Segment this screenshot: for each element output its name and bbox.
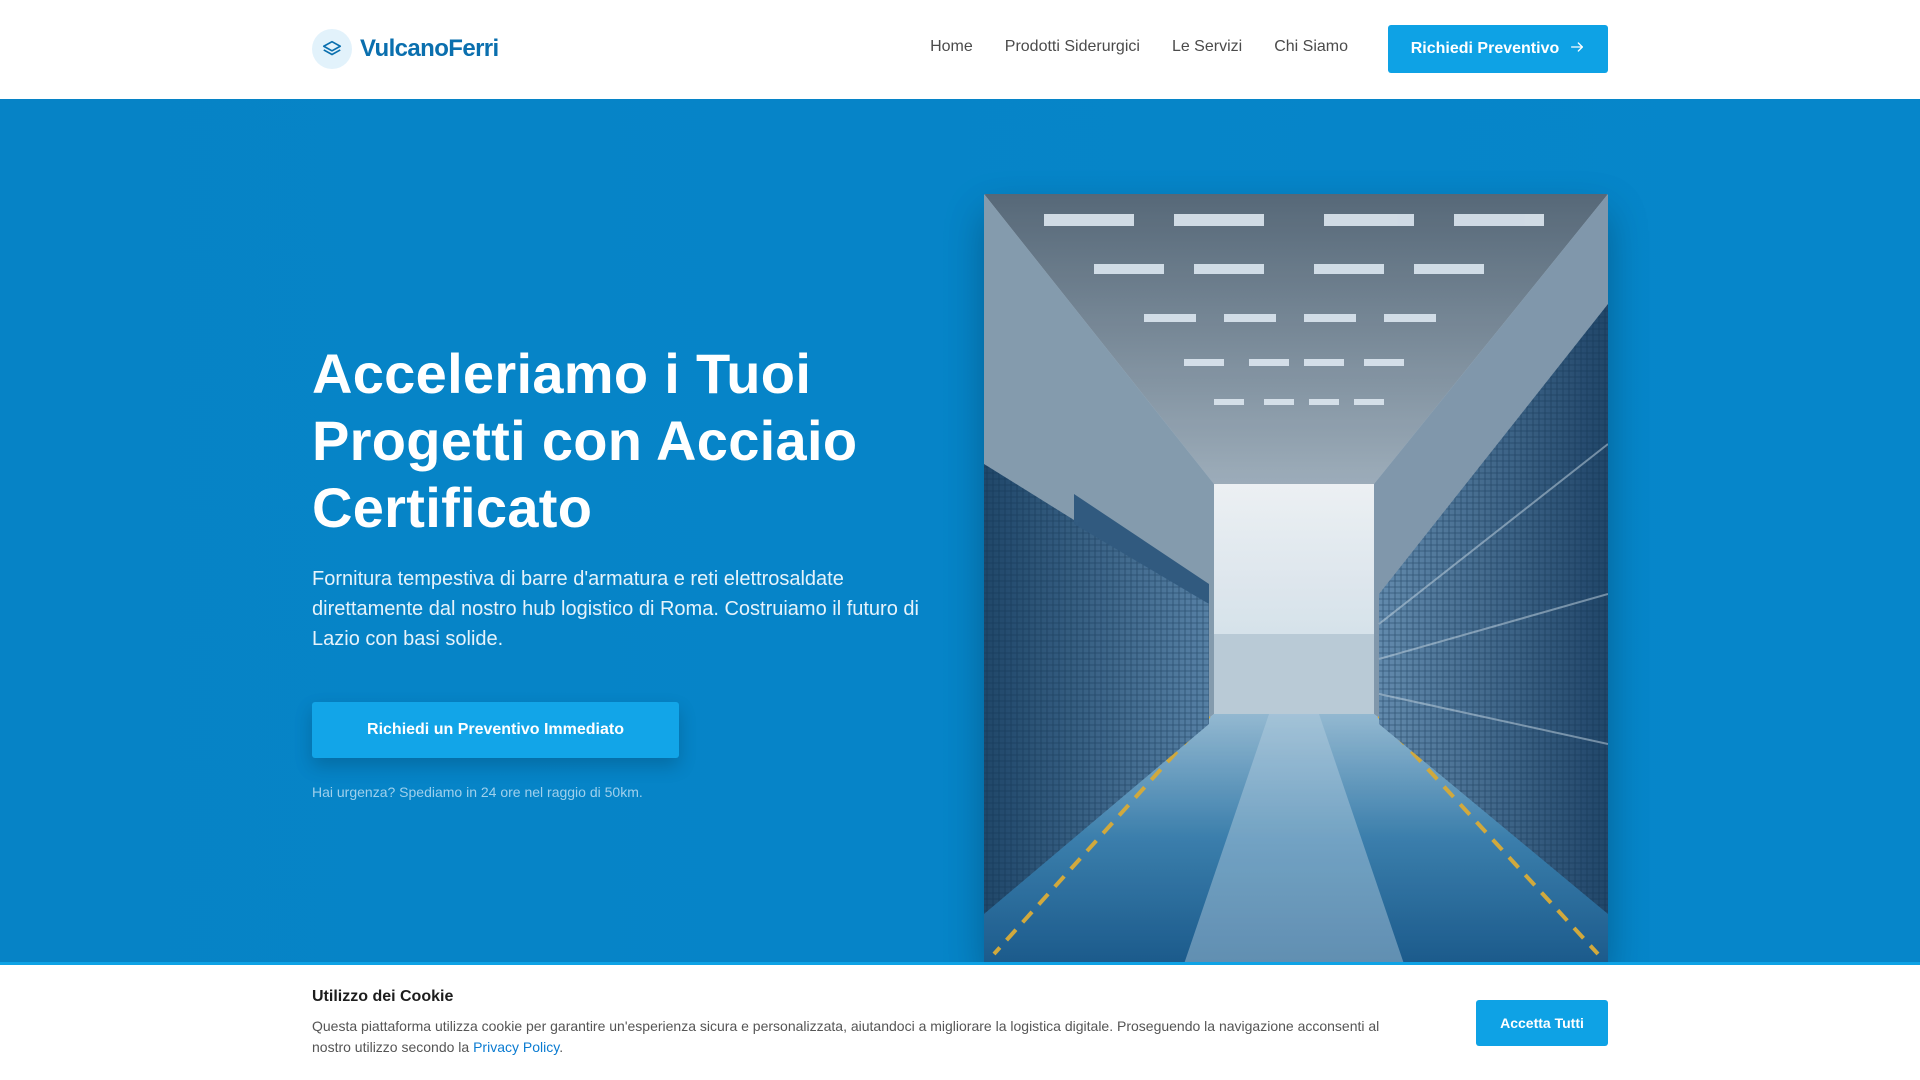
nav-item-home[interactable]: Home	[930, 38, 973, 56]
hero-section: Acceleriamo i Tuoi Progetti con Acciaio …	[0, 99, 1920, 1080]
cookie-text: Questa piattaforma utilizza cookie per g…	[312, 1016, 1422, 1058]
accept-cookies-button[interactable]: Accetta Tutti	[1476, 1000, 1608, 1046]
arrow-right-icon	[1569, 39, 1585, 60]
hero-subtitle: Fornitura tempestiva di barre d'armatura…	[312, 568, 919, 650]
nav-item-chi-siamo[interactable]: Chi Siamo	[1274, 38, 1348, 56]
brand-logo[interactable]: VulcanoFerri	[312, 29, 499, 69]
urgency-note: Hai urgenza? Spediamo in 24 ore nel ragg…	[312, 784, 643, 800]
cookie-banner: Utilizzo dei Cookie Questa piattaforma u…	[0, 962, 1920, 1080]
warehouse-image	[984, 194, 1608, 964]
layers-icon	[312, 29, 352, 69]
site-header: VulcanoFerri Home Prodotti Siderurgici L…	[0, 0, 1920, 99]
hero-title: Acceleriamo i Tuoi Progetti con Acciaio …	[312, 342, 858, 539]
brand-name: VulcanoFerri	[360, 35, 499, 62]
cookie-text-end: .	[559, 1039, 564, 1055]
request-quote-button[interactable]: Richiedi Preventivo	[1388, 25, 1608, 73]
nav-item-servizi[interactable]: Le Servizi	[1172, 38, 1242, 56]
immediate-quote-button[interactable]: Richiedi un Preventivo Immediato	[312, 702, 679, 758]
nav-item-prodotti[interactable]: Prodotti Siderurgici	[1005, 38, 1140, 56]
request-quote-label: Richiedi Preventivo	[1410, 40, 1560, 57]
cookie-title: Utilizzo dei Cookie	[312, 988, 454, 1005]
main-nav: Home Prodotti Siderurgici Le Servizi Chi…	[930, 38, 1348, 56]
privacy-policy-link[interactable]: Privacy Policy	[473, 1039, 559, 1055]
